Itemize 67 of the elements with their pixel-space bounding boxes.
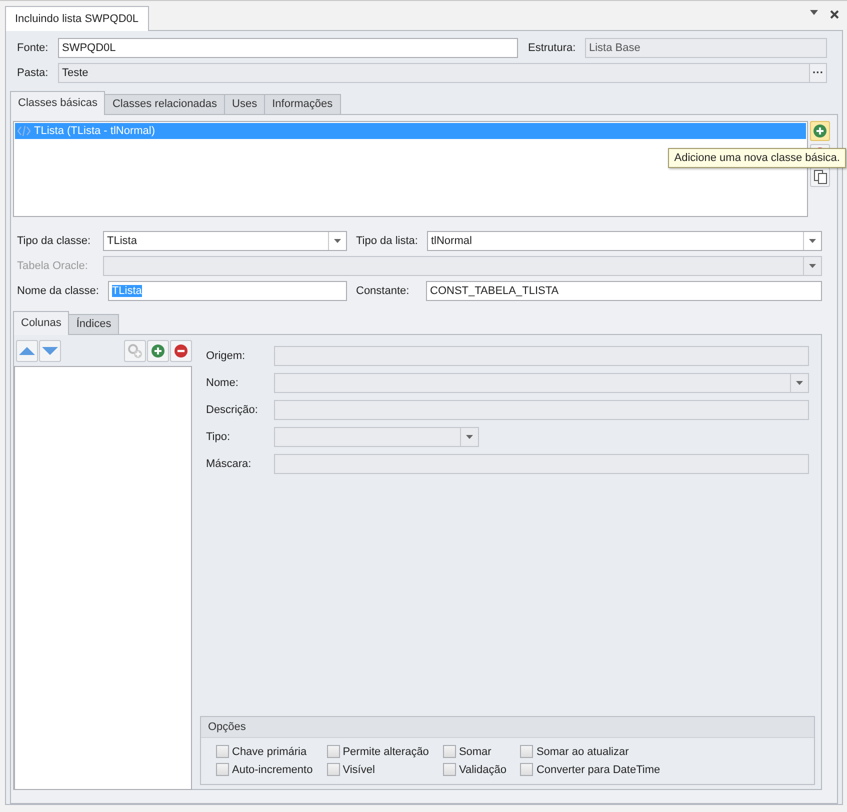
up-arrow-icon <box>19 345 35 357</box>
copy-button[interactable] <box>810 167 830 187</box>
add-button[interactable] <box>810 121 830 141</box>
tab[interactable]: Classes básicas <box>10 91 106 115</box>
checkbox-label: Validação <box>458 764 506 776</box>
tab[interactable]: Informações <box>264 94 341 114</box>
checkbox-label: Auto-incremento <box>232 764 313 776</box>
checkbox[interactable] <box>442 745 456 758</box>
checkbox-label: Permite alteração <box>342 746 429 758</box>
copy-icon <box>814 170 826 184</box>
caret-icon <box>334 239 341 243</box>
link-plus-icon <box>127 343 143 359</box>
field-label: Máscara: <box>206 458 252 470</box>
caret-icon <box>809 239 816 243</box>
add-button[interactable] <box>147 340 169 362</box>
minus-icon <box>174 344 188 358</box>
checkbox-label: Somar ao atualizar <box>536 746 629 758</box>
field-label: Descrição: <box>206 404 259 416</box>
link-add-button[interactable] <box>124 340 146 362</box>
close-icon[interactable] <box>830 10 839 19</box>
caret-icon <box>809 264 816 268</box>
checkbox[interactable] <box>520 745 534 758</box>
tab[interactable]: Uses <box>224 94 266 114</box>
down-arrow-icon <box>42 345 58 357</box>
dropdown-icon[interactable] <box>810 10 818 15</box>
field-label: Tabela Oracle: <box>17 260 89 272</box>
text-field[interactable]: SWPQD0L <box>58 38 518 58</box>
checkbox-label: Converter para DateTime <box>536 764 660 776</box>
field-label: Nome da classe: <box>17 285 99 297</box>
checkbox[interactable] <box>520 763 534 776</box>
field-label: Fonte: <box>17 42 50 54</box>
tab[interactable]: Índices <box>68 314 120 334</box>
tab[interactable]: Classes relacionadas <box>104 94 226 114</box>
field-label: Pasta: <box>17 67 50 79</box>
plus-icon <box>151 344 165 358</box>
checkbox-label: Chave primária <box>232 746 307 758</box>
selected-text: TLista <box>112 285 142 297</box>
remove-button[interactable] <box>170 340 192 362</box>
code-icon <box>17 126 31 136</box>
field-label: Tipo da lista: <box>356 235 418 247</box>
field-label: Constante: <box>356 285 410 297</box>
checkbox-label: Visível <box>342 764 375 776</box>
checkbox[interactable] <box>326 745 340 758</box>
caret-icon <box>796 381 803 385</box>
field-label: Nome: <box>206 377 240 389</box>
plus-icon <box>813 124 827 138</box>
move-up-button[interactable] <box>16 340 38 362</box>
caret-icon <box>466 435 473 439</box>
checkbox[interactable] <box>326 763 340 776</box>
group-title: Opções <box>201 717 814 738</box>
checkbox-label: Somar <box>458 746 492 758</box>
combo-field[interactable]: TLista <box>103 231 347 251</box>
field-label: Estrutura: <box>528 42 577 54</box>
field-label: Tipo da classe: <box>17 235 92 247</box>
field-label: Tipo: <box>206 431 232 443</box>
list-item-label: TLista (TLista - tlNormal) <box>34 125 156 137</box>
checkbox[interactable] <box>216 745 229 758</box>
checkbox[interactable] <box>216 763 229 776</box>
checkbox[interactable] <box>442 763 456 776</box>
move-down-button[interactable] <box>39 340 61 362</box>
combo-field[interactable]: tlNormal <box>426 231 822 251</box>
text-field[interactable]: CONST_TABELA_TLISTA <box>426 281 822 301</box>
tab[interactable]: Colunas <box>13 311 70 335</box>
tooltip: Adicione uma nova classe básica. <box>668 148 846 168</box>
field-value: CONST_TABELA_TLISTA <box>430 285 559 297</box>
field-label: Origem: <box>206 350 246 362</box>
document-tab[interactable]: Incluindo lista SWPQD0L <box>5 6 148 31</box>
